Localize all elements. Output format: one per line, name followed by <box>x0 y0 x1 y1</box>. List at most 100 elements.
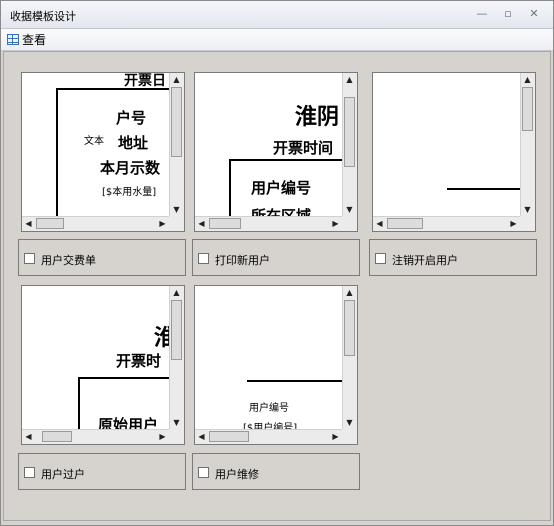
scroll-corner <box>169 216 184 231</box>
preview-text: 所在区域 <box>251 207 312 216</box>
horizontal-scrollbar[interactable]: ◀ ▶ <box>195 216 342 231</box>
maximize-button[interactable]: ▫ <box>500 7 516 21</box>
payment-checkbox[interactable] <box>24 253 35 264</box>
preview-line <box>56 88 169 90</box>
preview-text: 地址 <box>118 134 149 152</box>
preview-text: 原始用户 <box>98 416 159 429</box>
checkbox-label: 打印新用户 <box>215 254 270 267</box>
templates-panel: 开票日 户号 文本 地址 本月示数 [$本用水量] ▲ ▼ ◀ ▶ 淮阴 开票时… <box>3 51 551 521</box>
template-preview-cancel-user[interactable]: ▲ ▼ ◀ ▶ <box>372 72 536 232</box>
preview-text: [$用户编号] <box>243 423 298 429</box>
scroll-up-icon[interactable]: ▲ <box>343 286 356 299</box>
scroll-left-icon[interactable]: ◀ <box>22 430 35 443</box>
scroll-thumb[interactable] <box>171 87 182 157</box>
preview-line <box>247 380 342 382</box>
horizontal-scrollbar[interactable]: ◀ ▶ <box>22 216 169 231</box>
view-label: 查看 <box>22 33 47 47</box>
scroll-up-icon[interactable]: ▲ <box>343 73 356 86</box>
template-preview-payment[interactable]: 开票日 户号 文本 地址 本月示数 [$本用水量] ▲ ▼ ◀ ▶ <box>21 72 185 232</box>
preview-line <box>56 88 58 216</box>
template-option-new-user: 打印新用户 <box>192 239 360 276</box>
scroll-thumb[interactable] <box>36 218 64 229</box>
scroll-down-icon[interactable]: ▼ <box>170 203 183 216</box>
scroll-corner <box>520 216 535 231</box>
view-button[interactable]: 查看 <box>7 31 46 48</box>
template-option-transfer: 用户过户 <box>18 453 186 490</box>
preview-canvas: 用户编号 [$用户编号] <box>195 286 342 429</box>
preview-text: 开票时间 <box>273 139 334 157</box>
scroll-right-icon[interactable]: ▶ <box>156 217 169 230</box>
preview-line <box>229 159 342 161</box>
scroll-thumb[interactable] <box>209 431 249 442</box>
horizontal-scrollbar[interactable]: ◀ ▶ <box>22 429 169 444</box>
scroll-thumb[interactable] <box>522 87 533 131</box>
preview-text: 用户编号 <box>249 403 289 414</box>
scroll-corner <box>342 429 357 444</box>
new-user-checkbox[interactable] <box>198 253 209 264</box>
horizontal-scrollbar[interactable]: ◀ ▶ <box>373 216 520 231</box>
scroll-right-icon[interactable]: ▶ <box>507 217 520 230</box>
scroll-down-icon[interactable]: ▼ <box>343 416 356 429</box>
scroll-down-icon[interactable]: ▼ <box>170 416 183 429</box>
scroll-down-icon[interactable]: ▼ <box>521 203 534 216</box>
preview-line <box>447 188 520 190</box>
toolbar: 查看 <box>1 29 553 51</box>
scroll-right-icon[interactable]: ▶ <box>156 430 169 443</box>
preview-text: 淮 <box>154 320 169 352</box>
repair-checkbox[interactable] <box>198 467 209 478</box>
app-window: 收据模板设计 — ▫ ✕ 查看 开票日 户号 文本 地址 本月示数 [$本用水量… <box>0 0 554 526</box>
close-button[interactable]: ✕ <box>526 7 542 21</box>
preview-line <box>78 377 169 379</box>
scroll-thumb[interactable] <box>387 218 423 229</box>
scroll-corner <box>169 429 184 444</box>
title-bar: 收据模板设计 — ▫ ✕ <box>1 1 553 29</box>
vertical-scrollbar[interactable]: ▲ ▼ <box>342 73 357 216</box>
preview-text: 文本 <box>84 136 104 147</box>
preview-text: 本月示数 <box>100 159 161 177</box>
preview-canvas: 淮阴 开票时间 用户编号 所在区域 <box>195 73 342 216</box>
preview-canvas: 开票日 户号 文本 地址 本月示数 [$本用水量] <box>22 73 169 216</box>
vertical-scrollbar[interactable]: ▲ ▼ <box>169 73 184 216</box>
cancel-user-checkbox[interactable] <box>375 253 386 264</box>
scroll-up-icon[interactable]: ▲ <box>170 73 183 86</box>
scroll-down-icon[interactable]: ▼ <box>343 203 356 216</box>
preview-canvas: 淮 开票时 原始用户 <box>22 286 169 429</box>
preview-canvas <box>373 73 520 216</box>
scroll-left-icon[interactable]: ◀ <box>22 217 35 230</box>
preview-line <box>78 377 80 429</box>
preview-text: 户号 <box>116 109 147 127</box>
vertical-scrollbar[interactable]: ▲ ▼ <box>520 73 535 216</box>
scroll-left-icon[interactable]: ◀ <box>373 217 386 230</box>
transfer-checkbox[interactable] <box>24 467 35 478</box>
checkbox-label: 用户过户 <box>41 468 85 481</box>
scroll-left-icon[interactable]: ◀ <box>195 217 208 230</box>
scroll-left-icon[interactable]: ◀ <box>195 430 208 443</box>
scroll-thumb[interactable] <box>344 300 355 356</box>
scroll-thumb[interactable] <box>209 218 241 229</box>
template-preview-repair[interactable]: 用户编号 [$用户编号] ▲ ▼ ◀ ▶ <box>194 285 358 445</box>
preview-text: 开票时 <box>116 352 162 370</box>
vertical-scrollbar[interactable]: ▲ ▼ <box>342 286 357 429</box>
template-option-cancel-user: 注销开启用户 <box>369 239 537 276</box>
checkbox-label: 用户交费单 <box>41 254 96 267</box>
template-preview-new-user[interactable]: 淮阴 开票时间 用户编号 所在区域 ▲ ▼ ◀ ▶ <box>194 72 358 232</box>
preview-line <box>229 159 231 216</box>
vertical-scrollbar[interactable]: ▲ ▼ <box>169 286 184 429</box>
window-title: 收据模板设计 <box>10 10 76 23</box>
scroll-right-icon[interactable]: ▶ <box>329 217 342 230</box>
checkbox-label: 注销开启用户 <box>392 254 458 267</box>
scroll-right-icon[interactable]: ▶ <box>329 430 342 443</box>
scroll-thumb[interactable] <box>344 97 355 167</box>
scroll-thumb[interactable] <box>171 300 182 360</box>
minimize-button[interactable]: — <box>474 7 490 21</box>
template-option-payment: 用户交费单 <box>18 239 186 276</box>
template-preview-transfer[interactable]: 淮 开票时 原始用户 ▲ ▼ ◀ ▶ <box>21 285 185 445</box>
table-icon <box>7 34 19 45</box>
horizontal-scrollbar[interactable]: ◀ ▶ <box>195 429 342 444</box>
template-option-repair: 用户维修 <box>192 453 360 490</box>
scroll-thumb[interactable] <box>42 431 72 442</box>
scroll-up-icon[interactable]: ▲ <box>170 286 183 299</box>
preview-text: [$本用水量] <box>102 187 157 198</box>
scroll-up-icon[interactable]: ▲ <box>521 73 534 86</box>
preview-text: 用户编号 <box>251 179 312 197</box>
